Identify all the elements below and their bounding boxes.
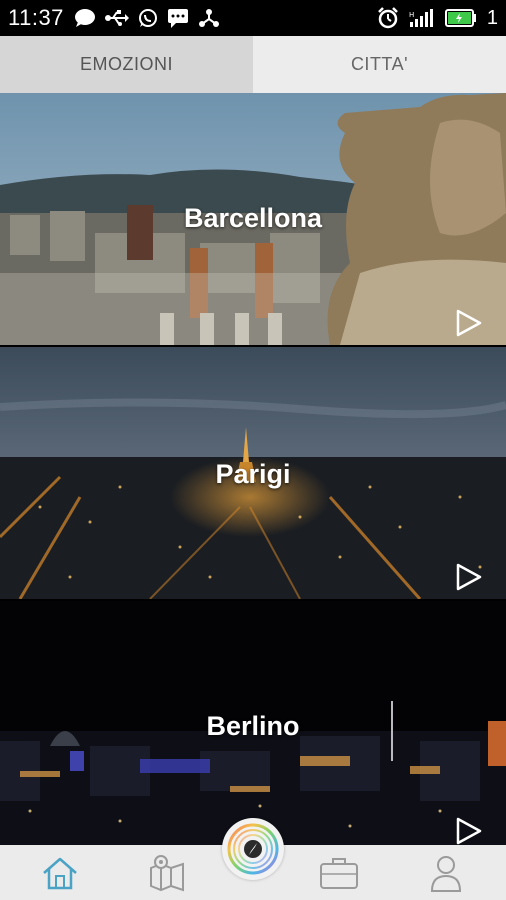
signal-icon: H [409, 8, 435, 28]
tab-emozioni[interactable]: EMOZIONI [0, 36, 253, 93]
tab-citta[interactable]: CITTA' [253, 36, 506, 93]
battery-icon [444, 9, 477, 27]
status-system-icons: H 1 [377, 7, 498, 30]
share-icon [198, 8, 220, 28]
sms-icon [167, 8, 189, 28]
play-icon[interactable] [456, 309, 482, 337]
status-bar: 11:37 H 1 [0, 0, 506, 36]
home-icon[interactable] [40, 853, 80, 893]
notification-count: 1 [486, 6, 498, 29]
chat-bubble-icon [74, 8, 96, 28]
city-card-berlino[interactable]: Berlino [0, 601, 506, 845]
usb-icon [104, 10, 129, 26]
city-card-barcellona[interactable]: Barcellona [0, 93, 506, 345]
city-name: Berlino [206, 711, 300, 741]
play-icon[interactable] [456, 563, 482, 591]
svg-text:H: H [409, 11, 414, 19]
city-name: Parigi [215, 459, 291, 489]
user-icon[interactable] [426, 853, 466, 893]
compass-icon [227, 823, 279, 875]
whatsapp-icon [138, 8, 158, 28]
compass-button[interactable] [222, 818, 284, 880]
status-notification-icons [74, 8, 220, 28]
city-name: Barcellona [183, 203, 323, 233]
city-card-parigi[interactable]: Parigi [0, 347, 506, 599]
tab-bar: EMOZIONI CITTA' [0, 36, 506, 93]
play-icon[interactable] [456, 817, 482, 845]
suitcase-icon[interactable] [319, 853, 359, 893]
alarm-icon [377, 7, 399, 29]
status-time: 11:37 [8, 5, 64, 30]
map-icon[interactable] [147, 853, 187, 893]
